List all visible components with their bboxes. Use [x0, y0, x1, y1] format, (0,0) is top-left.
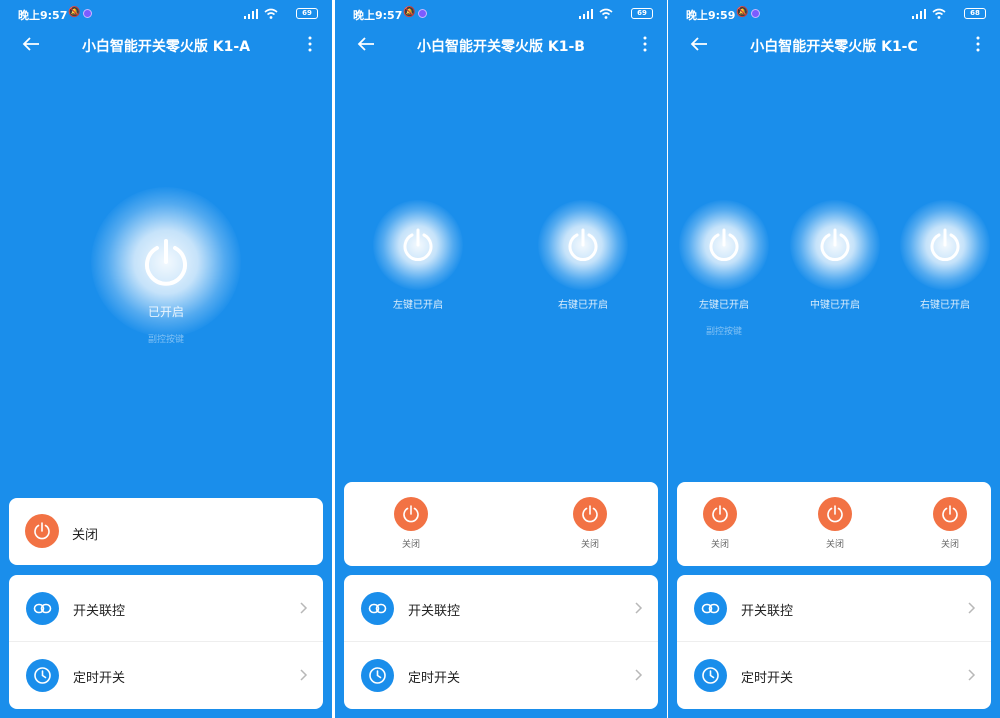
- menu-item-timer[interactable]: 定时开关: [677, 642, 991, 709]
- notification-dot-icon: [418, 9, 427, 18]
- menu-card: 开关联控 定时开关: [9, 575, 323, 709]
- right-power-switch-button[interactable]: [927, 227, 963, 263]
- bell-off-icon: 🔕: [736, 7, 749, 18]
- power-icon: [582, 505, 598, 523]
- clock-icon: [361, 659, 394, 692]
- control-card: 关闭: [9, 498, 323, 565]
- sub-control-label[interactable]: 副控按键: [116, 332, 216, 345]
- more-menu-icon[interactable]: [976, 36, 980, 52]
- status-time: 晚上9:57: [353, 9, 403, 22]
- menu-item-linkage[interactable]: 开关联控: [344, 575, 658, 642]
- chevron-right-icon: [300, 669, 308, 681]
- menu-item-timer[interactable]: 定时开关: [344, 642, 658, 709]
- left-off-button[interactable]: [703, 497, 737, 531]
- left-power-switch-button[interactable]: [400, 227, 436, 263]
- navigation-bar: 小白智能开关零火版 K1-C: [668, 32, 1000, 58]
- signal-icon: [579, 9, 593, 19]
- status-bar: 晚上9:57 🔕 69: [353, 6, 653, 22]
- menu-item-timer[interactable]: 定时开关: [9, 642, 323, 709]
- menu-item-label: 开关联控: [741, 604, 794, 619]
- wifi-icon: [932, 8, 946, 19]
- menu-item-label: 开关联控: [73, 604, 126, 619]
- chevron-right-icon: [968, 669, 976, 681]
- link-icon: [26, 592, 59, 625]
- status-time: 晚上9:57: [18, 9, 68, 22]
- page-title: 小白智能开关零火版 K1-C: [750, 39, 918, 55]
- wifi-icon: [264, 8, 278, 19]
- status-bar: 晚上9:57 🔕 69: [18, 6, 318, 22]
- power-icon: [403, 505, 419, 523]
- chevron-right-icon: [968, 602, 976, 614]
- back-arrow-icon[interactable]: [690, 36, 708, 52]
- navigation-bar: 小白智能开关零火版 K1-B: [335, 32, 667, 58]
- off-button-label: 关闭: [72, 528, 99, 543]
- control-card: 关闭 关闭: [344, 482, 658, 566]
- sub-control-label[interactable]: 副控按键: [674, 324, 774, 337]
- middle-switch-state-label: 中键已开启: [810, 300, 860, 311]
- left-power-switch-button[interactable]: [706, 227, 742, 263]
- page-title: 小白智能开关零火版 K1-A: [81, 39, 251, 55]
- left-off-label: 关闭: [710, 540, 729, 550]
- screen-k1-a: 晚上9:57 🔕 69 小白智能开关零火版 K1-A 已开启 副控按键 关闭 开…: [0, 0, 332, 718]
- right-off-button[interactable]: [573, 497, 607, 531]
- menu-item-label: 定时开关: [741, 671, 794, 686]
- bell-off-icon: 🔕: [68, 7, 81, 18]
- middle-power-switch-button[interactable]: [817, 227, 853, 263]
- back-arrow-icon[interactable]: [22, 36, 40, 52]
- notification-dot-icon: [751, 9, 760, 18]
- status-bar: 晚上9:59 🔕 68: [686, 6, 986, 22]
- battery-icon: 68: [964, 8, 986, 19]
- power-icon: [942, 505, 958, 523]
- bell-off-icon: 🔕: [403, 7, 416, 18]
- right-off-button[interactable]: [933, 497, 967, 531]
- menu-item-linkage[interactable]: 开关联控: [677, 575, 991, 642]
- left-off-button[interactable]: [394, 497, 428, 531]
- signal-icon: [244, 9, 258, 19]
- page-title: 小白智能开关零火版 K1-B: [417, 39, 585, 55]
- screen-k1-b: 晚上9:57 🔕 69 小白智能开关零火版 K1-B 左键已开启 右键已开启 关…: [335, 0, 667, 718]
- more-menu-icon[interactable]: [308, 36, 312, 52]
- menu-card: 开关联控 定时开关: [677, 575, 991, 709]
- battery-icon: 69: [296, 8, 318, 19]
- link-icon: [361, 592, 394, 625]
- middle-off-button[interactable]: [818, 497, 852, 531]
- off-button[interactable]: [25, 514, 59, 548]
- more-menu-icon[interactable]: [643, 36, 647, 52]
- chevron-right-icon: [635, 669, 643, 681]
- status-time: 晚上9:59: [686, 9, 736, 22]
- battery-icon: 69: [631, 8, 653, 19]
- left-switch-state-label: 左键已开启: [699, 300, 749, 311]
- menu-item-linkage[interactable]: 开关联控: [9, 575, 323, 642]
- power-icon: [34, 522, 50, 540]
- right-switch-state-label: 右键已开启: [558, 300, 608, 311]
- menu-item-label: 定时开关: [408, 671, 461, 686]
- power-icon: [827, 505, 843, 523]
- clock-icon: [694, 659, 727, 692]
- back-arrow-icon[interactable]: [357, 36, 375, 52]
- middle-off-label: 关闭: [825, 540, 844, 550]
- power-switch-button[interactable]: [140, 236, 192, 288]
- control-card: 关闭 关闭 关闭: [677, 482, 991, 566]
- menu-item-label: 开关联控: [408, 604, 461, 619]
- signal-icon: [912, 9, 926, 19]
- right-switch-state-label: 右键已开启: [920, 300, 970, 311]
- left-off-label: 关闭: [401, 540, 420, 550]
- navigation-bar: 小白智能开关零火版 K1-A: [0, 32, 332, 58]
- power-icon: [712, 505, 728, 523]
- right-off-label: 关闭: [940, 540, 959, 550]
- menu-card: 开关联控 定时开关: [344, 575, 658, 709]
- switch-state-label: 已开启: [147, 305, 184, 319]
- wifi-icon: [599, 8, 613, 19]
- notification-dot-icon: [83, 9, 92, 18]
- menu-item-label: 定时开关: [73, 671, 126, 686]
- screen-k1-c: 晚上9:59 🔕 68 小白智能开关零火版 K1-C 左键已开启 副控按键 中键…: [668, 0, 1000, 718]
- right-power-switch-button[interactable]: [565, 227, 601, 263]
- chevron-right-icon: [300, 602, 308, 614]
- link-icon: [694, 592, 727, 625]
- clock-icon: [26, 659, 59, 692]
- right-off-label: 关闭: [580, 540, 599, 550]
- chevron-right-icon: [635, 602, 643, 614]
- left-switch-state-label: 左键已开启: [393, 300, 443, 311]
